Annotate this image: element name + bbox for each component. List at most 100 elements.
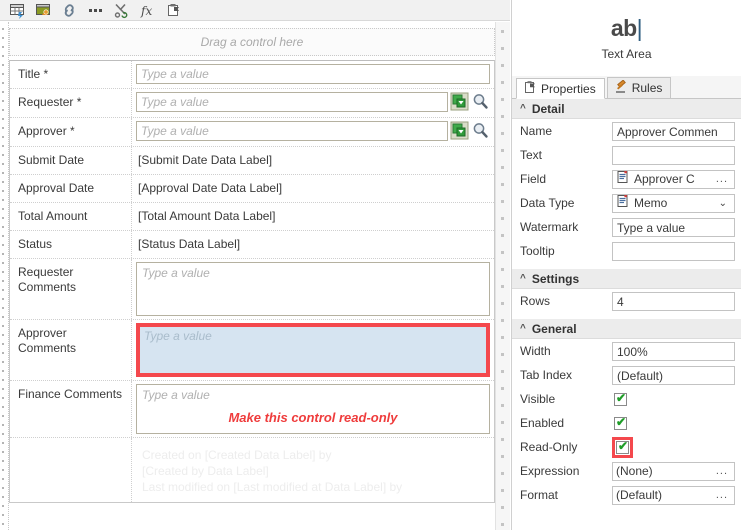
name-input[interactable]: Approver Commen — [612, 121, 735, 141]
field-picker[interactable]: Approver C ... — [612, 169, 735, 189]
expression-value: (None) — [616, 463, 653, 478]
format-picker[interactable]: (Default) ... — [612, 485, 735, 505]
function-icon[interactable]: fx — [134, 1, 160, 20]
section-header-general[interactable]: ^ General — [512, 319, 741, 339]
data-type-dropdown[interactable]: Memo ⌄ — [612, 193, 735, 213]
chevron-up-icon: ^ — [520, 273, 526, 284]
form-row-total-amount: Total Amount [Total Amount Data Label] — [10, 203, 494, 231]
left-ruler — [0, 22, 9, 530]
property-field — [612, 241, 735, 261]
width-input[interactable]: 100% — [612, 341, 735, 361]
field-cell: [Total Amount Data Label] — [132, 203, 494, 230]
insert-table-icon[interactable] — [4, 1, 30, 20]
total-amount-data-label[interactable]: [Total Amount Data Label] — [136, 206, 277, 226]
right-ruler — [495, 22, 510, 530]
tab-properties[interactable]: Properties — [516, 78, 605, 99]
field-ellipsis-button[interactable]: ... — [716, 171, 730, 188]
title-input[interactable]: Type a value — [136, 64, 490, 84]
text-caret-icon: | — [636, 15, 643, 41]
property-label: Text — [520, 148, 543, 162]
property-row-text: Text — [512, 143, 741, 167]
section-header-settings[interactable]: ^ Settings — [512, 269, 741, 289]
data-type-value: Memo — [634, 195, 668, 210]
status-data-label[interactable]: [Status Data Label] — [136, 234, 242, 254]
property-field: (Default) ... — [612, 485, 735, 505]
property-row-field: Field Approver C ... — [512, 167, 741, 191]
property-field: Approver Commen — [612, 121, 735, 141]
dropzone-label: Drag a control here — [200, 35, 304, 49]
tab-rules[interactable]: Rules — [606, 77, 672, 98]
watermark-input[interactable]: Type a value — [612, 217, 735, 237]
property-field: (Default) — [612, 365, 735, 385]
section-title: Settings — [531, 271, 580, 286]
check-names-icon[interactable] — [450, 121, 469, 143]
memo-type-icon — [616, 194, 630, 212]
read-only-checkbox[interactable] — [616, 439, 629, 454]
last-modified-line: Last modified on [Last modified at Data … — [142, 480, 403, 494]
property-label: Tab Index — [520, 368, 573, 382]
field-label: Status — [10, 231, 132, 258]
property-label: Enabled — [520, 416, 565, 430]
approval-date-data-label[interactable]: [Approval Date Data Label] — [136, 178, 284, 198]
expression-ellipsis-button[interactable]: ... — [716, 463, 730, 480]
form-designer-app: fx Drag a control here Title * Type a va… — [0, 0, 741, 530]
chevron-up-icon: ^ — [520, 103, 526, 114]
field-cell: Type a value — [132, 320, 494, 380]
created-by-line: [Created by Data Label] — [142, 464, 269, 478]
text-input[interactable] — [612, 145, 735, 165]
finance-comments-textarea[interactable]: Type a value Make this control read-only — [136, 384, 490, 434]
field-label: Total Amount — [10, 203, 132, 230]
svg-text:fx: fx — [140, 4, 152, 18]
insert-image-icon[interactable] — [30, 1, 56, 20]
field-label: Approver Comments — [10, 320, 132, 380]
property-row-expression: Expression (None) ... — [512, 459, 741, 483]
rows-input[interactable]: 4 — [612, 291, 735, 311]
cut-icon[interactable] — [108, 1, 134, 20]
section-header-detail[interactable]: ^ Detail — [512, 99, 741, 119]
visible-checkbox[interactable] — [614, 391, 627, 406]
approver-comments-textarea-selected[interactable]: Type a value — [136, 323, 490, 377]
property-field: 4 — [612, 291, 735, 311]
chevron-down-icon[interactable]: ⌄ — [719, 195, 730, 212]
property-label: Watermark — [520, 220, 579, 234]
property-field: Memo ⌄ — [612, 193, 735, 213]
dropzone-top[interactable]: Drag a control here — [9, 28, 495, 56]
form-table: Title * Type a value Requester * Type a … — [9, 60, 495, 503]
form-row-approver-comments: Approver Comments Type a value — [10, 320, 494, 381]
tab-rules-label: Rules — [631, 81, 663, 95]
field-cell: [Status Data Label] — [132, 231, 494, 258]
approver-input[interactable]: Type a value — [136, 121, 448, 141]
field-label: Finance Comments — [10, 381, 132, 437]
check-names-icon[interactable] — [450, 92, 469, 114]
chevron-up-icon: ^ — [520, 323, 526, 334]
enabled-checkbox[interactable] — [614, 415, 627, 430]
tab-index-input[interactable]: (Default) — [612, 365, 735, 385]
field-cell: Type a value — [132, 61, 494, 88]
requester-comments-textarea[interactable]: Type a value — [136, 262, 490, 316]
property-field — [612, 415, 735, 432]
paste-icon[interactable] — [160, 1, 186, 20]
property-row-enabled: Enabled — [512, 411, 741, 435]
search-people-icon[interactable] — [471, 121, 490, 143]
property-row-watermark: Watermark Type a value — [512, 215, 741, 239]
search-people-icon[interactable] — [471, 92, 490, 114]
submit-date-data-label[interactable]: [Submit Date Data Label] — [136, 150, 274, 170]
field-label-empty — [10, 438, 132, 502]
insert-link-icon[interactable] — [56, 1, 82, 20]
field-cell: [Submit Date Data Label] — [132, 147, 494, 174]
property-row-read-only: Read-Only — [512, 435, 741, 459]
properties-panel: ab| Text Area Properties Rules ^ Detail … — [511, 0, 741, 530]
field-cell: Type a value — [132, 259, 494, 319]
property-row-width: Width 100% — [512, 339, 741, 363]
requester-input[interactable]: Type a value — [136, 92, 448, 112]
visible-checkbox-wrap — [612, 391, 629, 408]
expression-picker[interactable]: (None) ... — [612, 461, 735, 481]
property-field — [612, 145, 735, 165]
form-row-finance-comments: Finance Comments Type a value Make this … — [10, 381, 494, 438]
form-row-approver: Approver * Type a value — [10, 118, 494, 147]
tooltip-input[interactable] — [612, 241, 735, 261]
form-row-title: Title * Type a value — [10, 61, 494, 89]
format-ellipsis-button[interactable]: ... — [716, 487, 730, 504]
property-label: Tooltip — [520, 244, 555, 258]
more-options-icon[interactable] — [82, 1, 108, 20]
